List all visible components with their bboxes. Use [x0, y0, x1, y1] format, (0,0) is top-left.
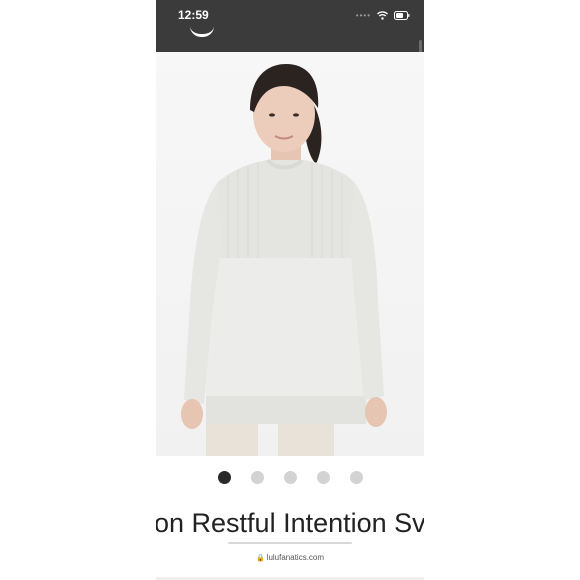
url-text: lulufanatics.com [266, 553, 325, 562]
url-bar[interactable]: 🔒 lulufanatics.com [156, 553, 424, 562]
product-image[interactable] [156, 52, 424, 456]
carousel-dot-2[interactable] [250, 470, 264, 484]
status-bar: 12:59 •••• [156, 0, 424, 74]
status-time: 12:59 [178, 8, 209, 22]
product-title: on Restful Intention Sv [156, 508, 424, 542]
carousel-dots [156, 470, 424, 484]
wifi-icon [377, 10, 388, 20]
battery-icon [394, 10, 410, 20]
app-logo-icon [190, 26, 214, 37]
lock-icon: 🔒 [255, 555, 265, 562]
product-title-text: on Restful Intention Sv [156, 508, 424, 538]
carousel-dot-5[interactable] [349, 470, 363, 484]
phone-screen: 12:59 •••• on Restful Intention Sv 🔒 lul… [156, 0, 424, 580]
home-indicator [228, 542, 352, 544]
carousel-dot-4[interactable] [316, 470, 330, 484]
carousel-dot-1[interactable] [217, 470, 231, 484]
status-icons: •••• [356, 8, 410, 22]
carousel-dot-3[interactable] [283, 470, 297, 484]
model-wearing-white-sweater [181, 64, 387, 456]
signal-dots-icon: •••• [355, 10, 371, 20]
